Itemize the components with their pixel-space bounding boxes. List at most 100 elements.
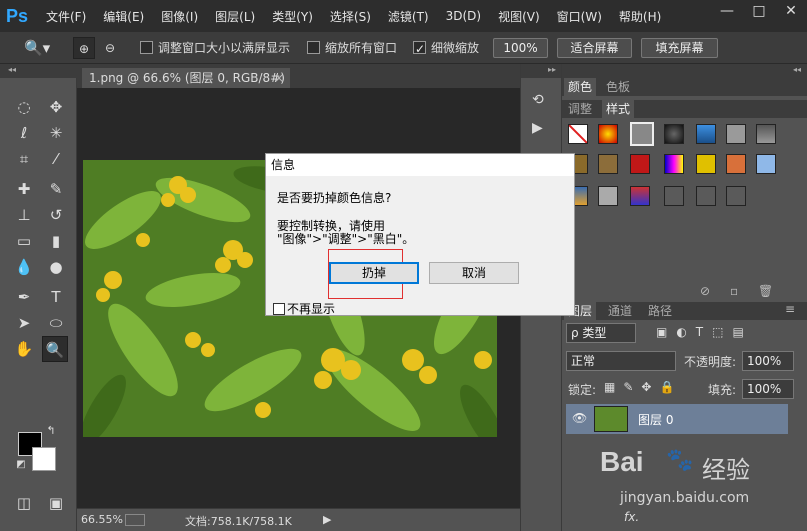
expand-icon[interactable]: ▸▸ xyxy=(548,65,556,74)
style-swatch[interactable] xyxy=(664,154,684,174)
maximize-button[interactable]: □ xyxy=(743,0,775,24)
style-swatch[interactable] xyxy=(598,186,618,206)
zoom-tool-icon[interactable]: 🔍▾ xyxy=(24,37,50,59)
tab-swatches[interactable]: 色板 xyxy=(602,78,634,96)
style-swatch[interactable] xyxy=(726,186,746,206)
delete-style-icon[interactable]: 🗑 xyxy=(758,284,773,298)
style-swatch[interactable] xyxy=(726,154,746,174)
new-style-icon[interactable]: ▫ xyxy=(730,284,738,298)
marquee-tool-icon[interactable]: ◌ xyxy=(11,94,37,120)
menu-window[interactable]: 窗口(W) xyxy=(557,8,602,25)
column-header[interactable]: ▸▸ xyxy=(521,64,561,78)
collapse-icon[interactable]: ◂◂ xyxy=(793,65,801,74)
fill-field[interactable]: 100% xyxy=(742,379,794,399)
style-none-swatch[interactable] xyxy=(568,124,588,144)
menu-image[interactable]: 图像(I) xyxy=(161,8,198,25)
close-tab-icon[interactable]: × xyxy=(274,68,284,88)
layer-filter-icons[interactable]: ▣◐T⬚▤ xyxy=(656,325,753,339)
path-selection-tool-icon[interactable]: ➤ xyxy=(11,310,37,336)
menu-layer[interactable]: 图层(L) xyxy=(215,8,255,25)
ellipse-tool-icon[interactable]: ⬭ xyxy=(43,310,69,336)
status-menu-arrow-icon[interactable]: ▶ xyxy=(323,513,331,526)
quick-mask-icon[interactable]: ◫ xyxy=(11,490,37,516)
style-swatch[interactable] xyxy=(756,154,776,174)
menu-3d[interactable]: 3D(D) xyxy=(446,9,481,23)
gradient-tool-icon[interactable]: ▮ xyxy=(43,228,69,254)
tab-channels[interactable]: 通道 xyxy=(604,302,636,320)
tab-styles[interactable]: 样式 xyxy=(602,100,635,118)
fit-screen-button[interactable]: 适合屏幕 xyxy=(557,38,632,58)
healing-brush-tool-icon[interactable]: ✚ xyxy=(11,176,37,202)
resize-windows-checkbox[interactable]: 调整窗口大小以满屏显示 xyxy=(140,37,290,59)
style-swatch-selected[interactable] xyxy=(630,122,654,146)
move-tool-icon[interactable]: ✥ xyxy=(43,94,69,120)
visibility-eye-icon[interactable]: 👁 xyxy=(572,411,587,425)
style-swatch[interactable] xyxy=(630,186,650,206)
menu-edit[interactable]: 编辑(E) xyxy=(103,8,144,25)
menu-type[interactable]: 类型(Y) xyxy=(272,8,313,25)
zoom-level[interactable]: 66.55% xyxy=(81,513,123,526)
crop-tool-icon[interactable]: ⌗ xyxy=(11,146,37,172)
minimize-button[interactable]: — xyxy=(711,0,743,24)
fill-screen-button[interactable]: 填充屏幕 xyxy=(641,38,718,58)
tab-color[interactable]: 颜色 xyxy=(564,78,597,96)
zoom-out-icon[interactable]: ⊖ xyxy=(99,37,121,59)
close-button[interactable]: ✕ xyxy=(775,0,807,24)
eyedropper-tool-icon[interactable]: ⁄ xyxy=(43,146,69,172)
menu-help[interactable]: 帮助(H) xyxy=(619,8,661,25)
default-colors-icon[interactable]: ◩ xyxy=(14,458,28,472)
swap-colors-icon[interactable]: ↰ xyxy=(44,424,58,438)
hand-tool-icon[interactable]: ✋ xyxy=(11,336,37,362)
menu-file[interactable]: 文件(F) xyxy=(46,8,86,25)
tab-adjustments[interactable]: 调整 xyxy=(564,100,596,118)
zoom-all-checkbox[interactable]: 缩放所有窗口 xyxy=(307,37,397,59)
menu-filter[interactable]: 滤镜(T) xyxy=(388,8,429,25)
menu-select[interactable]: 选择(S) xyxy=(330,8,371,25)
lasso-tool-icon[interactable]: ℓ xyxy=(11,120,37,146)
opacity-field[interactable]: 100% xyxy=(742,351,794,371)
panel-menu-icon[interactable]: ≡ xyxy=(785,302,795,316)
layer-filter-kind[interactable]: ρ 类型 xyxy=(566,323,636,343)
layer-name[interactable]: 图层 0 xyxy=(638,411,673,428)
screen-mode-icon[interactable]: ▣ xyxy=(43,490,69,516)
layer-row[interactable]: 👁 图层 0 xyxy=(566,404,788,434)
style-swatch[interactable] xyxy=(630,154,650,174)
clone-stamp-tool-icon[interactable]: ⊥ xyxy=(11,202,37,228)
style-swatch[interactable] xyxy=(726,124,746,144)
collapse-icon[interactable]: ◂◂ xyxy=(8,65,16,74)
style-swatch[interactable] xyxy=(598,154,618,174)
panel-dock-header[interactable]: ◂◂ xyxy=(562,64,807,78)
style-swatch[interactable] xyxy=(598,124,618,144)
history-panel-icon[interactable]: ⟲ xyxy=(532,92,552,112)
actions-panel-icon[interactable]: ▶ xyxy=(532,120,552,140)
zoom-in-icon[interactable]: ⊕ xyxy=(73,37,95,59)
background-color[interactable] xyxy=(32,447,56,471)
eraser-tool-icon[interactable]: ▭ xyxy=(11,228,37,254)
style-swatch[interactable] xyxy=(696,186,716,206)
style-swatch[interactable] xyxy=(696,124,716,144)
menu-view[interactable]: 视图(V) xyxy=(498,8,540,25)
zoom-100-button[interactable]: 100% xyxy=(493,38,548,58)
pen-tool-icon[interactable]: ✒ xyxy=(11,284,37,310)
magic-wand-tool-icon[interactable]: ✳ xyxy=(43,120,69,146)
brush-tool-icon[interactable]: ✎ xyxy=(43,176,69,202)
style-swatch[interactable] xyxy=(696,154,716,174)
discard-button[interactable]: 扔掉 xyxy=(329,262,419,284)
dont-show-again-checkbox[interactable]: 不再显示 xyxy=(273,300,335,317)
dodge-tool-icon[interactable]: ● xyxy=(43,254,69,280)
history-brush-tool-icon[interactable]: ↺ xyxy=(43,202,69,228)
type-tool-icon[interactable]: T xyxy=(43,284,69,310)
style-swatch[interactable] xyxy=(664,124,684,144)
tools-panel-header[interactable]: ◂◂ xyxy=(0,64,77,78)
blur-tool-icon[interactable]: 💧 xyxy=(11,254,37,280)
document-tab[interactable]: 1.png @ 66.6% (图层 0, RGB/8#) × xyxy=(82,68,290,88)
style-swatch[interactable] xyxy=(756,124,776,144)
style-swatch[interactable] xyxy=(664,186,684,206)
clear-style-icon[interactable]: ⊘ xyxy=(700,284,710,298)
scrubby-zoom-checkbox[interactable]: 细微缩放 xyxy=(413,37,479,60)
blend-mode-select[interactable]: 正常 xyxy=(566,351,676,371)
cancel-button[interactable]: 取消 xyxy=(429,262,519,284)
zoom-tool-icon[interactable]: 🔍 xyxy=(42,336,68,362)
tab-paths[interactable]: 路径 xyxy=(644,302,676,320)
lock-icons[interactable]: ▦✎✥🔒 xyxy=(604,380,682,394)
